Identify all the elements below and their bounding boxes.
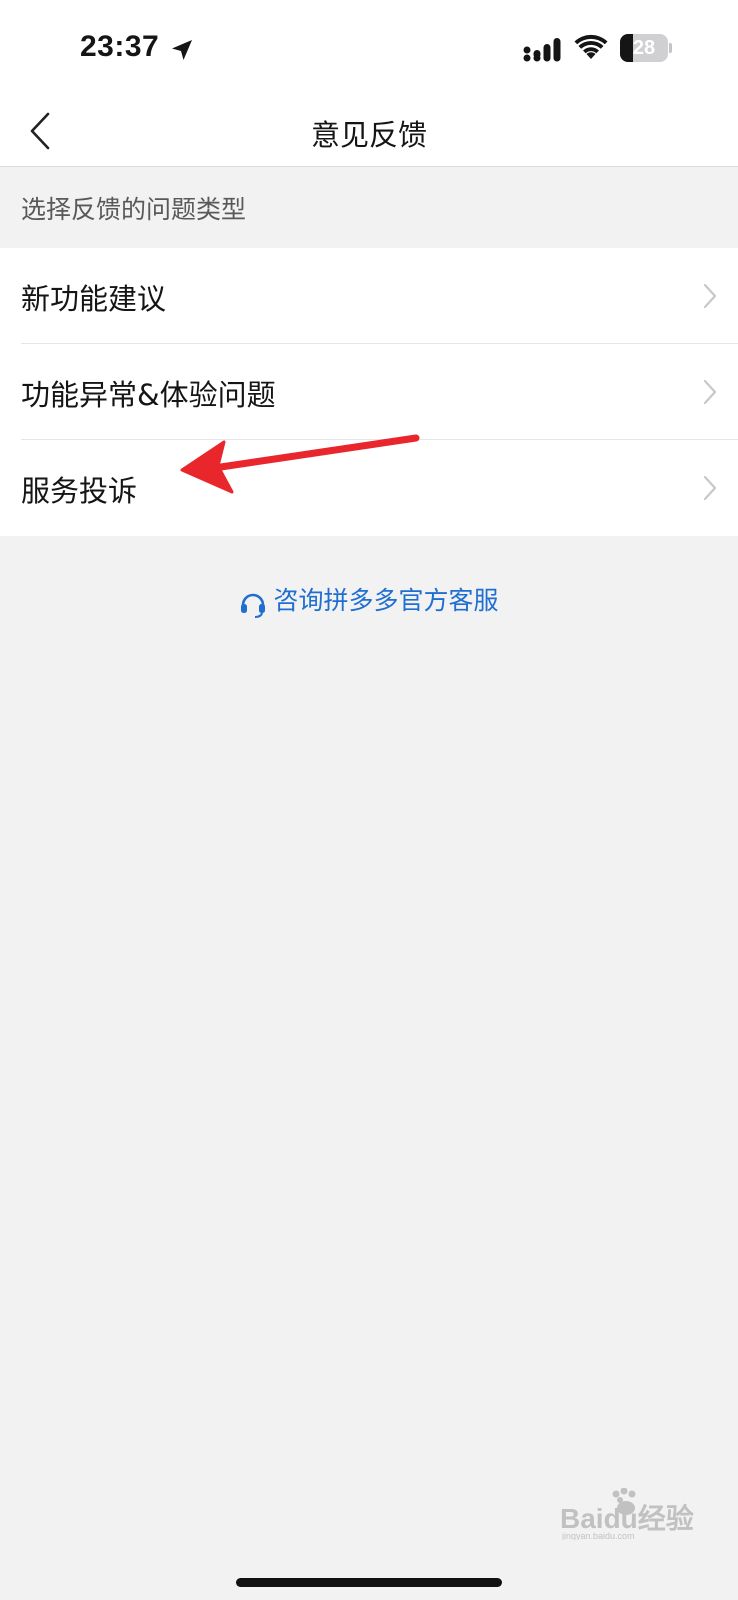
list-item-new-feature[interactable]: 新功能建议: [0, 248, 738, 344]
battery-indicator: 28: [620, 34, 672, 62]
home-indicator[interactable]: [236, 1578, 502, 1587]
navigation-bar: 意见反馈: [0, 98, 738, 167]
chevron-right-icon: [703, 283, 717, 309]
status-bar: 23:37 28: [0, 0, 738, 98]
battery-tip: [669, 43, 672, 53]
baidu-jingyan-watermark: Baidu经验 jingyan.baidu.com: [560, 1488, 694, 1540]
red-arrow-annotation: [180, 434, 420, 494]
watermark-subtext: jingyan.baidu.com: [561, 1531, 635, 1540]
chevron-right-icon: [703, 475, 717, 501]
location-arrow-icon: [172, 40, 192, 60]
list-item-label: 新功能建议: [21, 282, 167, 316]
chevron-right-icon: [703, 379, 717, 405]
customer-service-link[interactable]: 咨询拼多多官方客服: [0, 583, 738, 623]
battery-body: 28: [620, 34, 668, 62]
battery-level: 28: [632, 37, 656, 59]
watermark-text: Baidu经验: [560, 1502, 694, 1534]
list-item-label: 服务投诉: [21, 474, 138, 508]
status-time: 23:37: [80, 30, 160, 63]
cellular-signal-icon: [523, 38, 561, 62]
headset-icon: [241, 593, 266, 618]
customer-service-label: 咨询拼多多官方客服: [273, 586, 499, 615]
list-item-label: 功能异常&体验问题: [21, 378, 276, 412]
section-header: 选择反馈的问题类型: [21, 195, 247, 224]
page-title: 意见反馈: [310, 118, 427, 152]
list-item-function-issue[interactable]: 功能异常&体验问题: [0, 344, 738, 440]
wifi-icon: [574, 34, 608, 59]
